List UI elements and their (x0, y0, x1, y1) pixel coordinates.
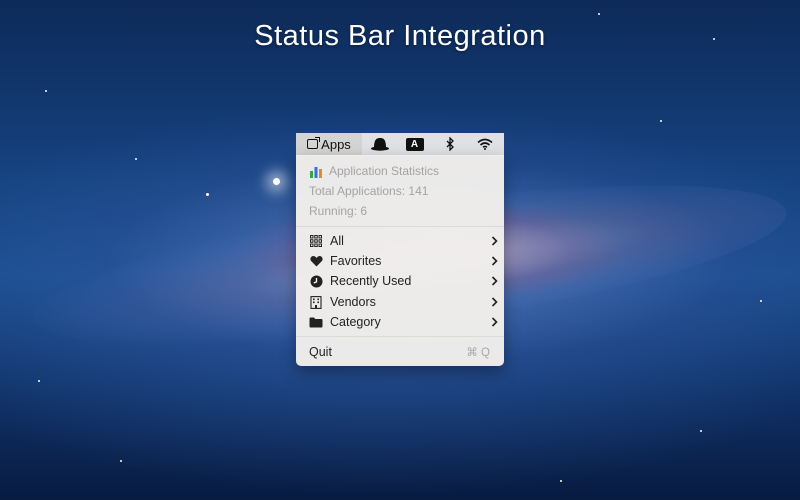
menu-item-label: Category (330, 315, 381, 329)
stats-title: Application Statistics (329, 164, 440, 178)
star (45, 90, 47, 92)
apps-status-item[interactable]: Apps (296, 133, 362, 155)
star (206, 193, 209, 196)
apps-label: Apps (321, 136, 351, 152)
star (760, 300, 762, 302)
bar-chart-icon (310, 166, 322, 178)
total-applications: Total Applications: 141 (309, 184, 429, 198)
menu-item-label: Vendors (330, 295, 376, 309)
quit-label: Quit (309, 345, 332, 359)
menu-separator (296, 336, 504, 337)
chevron-right-icon (484, 276, 504, 286)
running-count: Running: 6 (309, 204, 368, 218)
chevron-right-icon (484, 297, 504, 307)
bowler-hat-icon (370, 138, 389, 151)
menu-item-label: Recently Used (330, 274, 412, 288)
bright-star (273, 178, 280, 185)
apps-dropdown-menu: Application Statistics Total Application… (296, 155, 504, 366)
grid-icon (309, 234, 323, 248)
stats-title-row: Application Statistics (296, 161, 517, 181)
chevron-right-icon (484, 317, 504, 327)
quit-shortcut: ⌘ Q (466, 347, 490, 359)
star (135, 158, 137, 160)
star (38, 380, 40, 382)
star (700, 430, 702, 432)
input-source-a-icon: A (405, 137, 424, 151)
star (120, 460, 122, 462)
menu-item-label: Favorites (330, 254, 382, 268)
chevron-right-icon (484, 236, 504, 246)
wifi-icon (476, 138, 493, 150)
star (660, 120, 662, 122)
app-status-icon (307, 137, 321, 149)
bowler-hat-status-item[interactable] (362, 133, 397, 155)
wifi-status-item[interactable] (467, 133, 502, 155)
menu-item-vendors[interactable]: Vendors (296, 292, 504, 312)
menu-item-favorites[interactable]: Favorites (296, 251, 504, 271)
star (598, 13, 600, 15)
status-bar: Apps A (296, 133, 504, 156)
quit-menu-item[interactable]: Quit ⌘ Q (296, 342, 504, 362)
star (560, 480, 562, 482)
headline: Status Bar Integration (254, 20, 546, 52)
input-source-status-item[interactable]: A (397, 133, 432, 155)
menu-separator (296, 226, 504, 227)
building-icon (309, 295, 323, 309)
menu-item-all[interactable]: All (296, 231, 504, 251)
chevron-right-icon (484, 256, 504, 266)
menu-item-recently-used[interactable]: Recently Used (296, 271, 504, 291)
bluetooth-icon (446, 137, 454, 151)
heart-icon (309, 254, 323, 268)
folder-icon (309, 315, 323, 329)
bluetooth-status-item[interactable] (432, 133, 467, 155)
menu-item-label: All (330, 234, 344, 248)
clock-icon (309, 274, 323, 288)
menu-item-category[interactable]: Category (296, 312, 504, 332)
